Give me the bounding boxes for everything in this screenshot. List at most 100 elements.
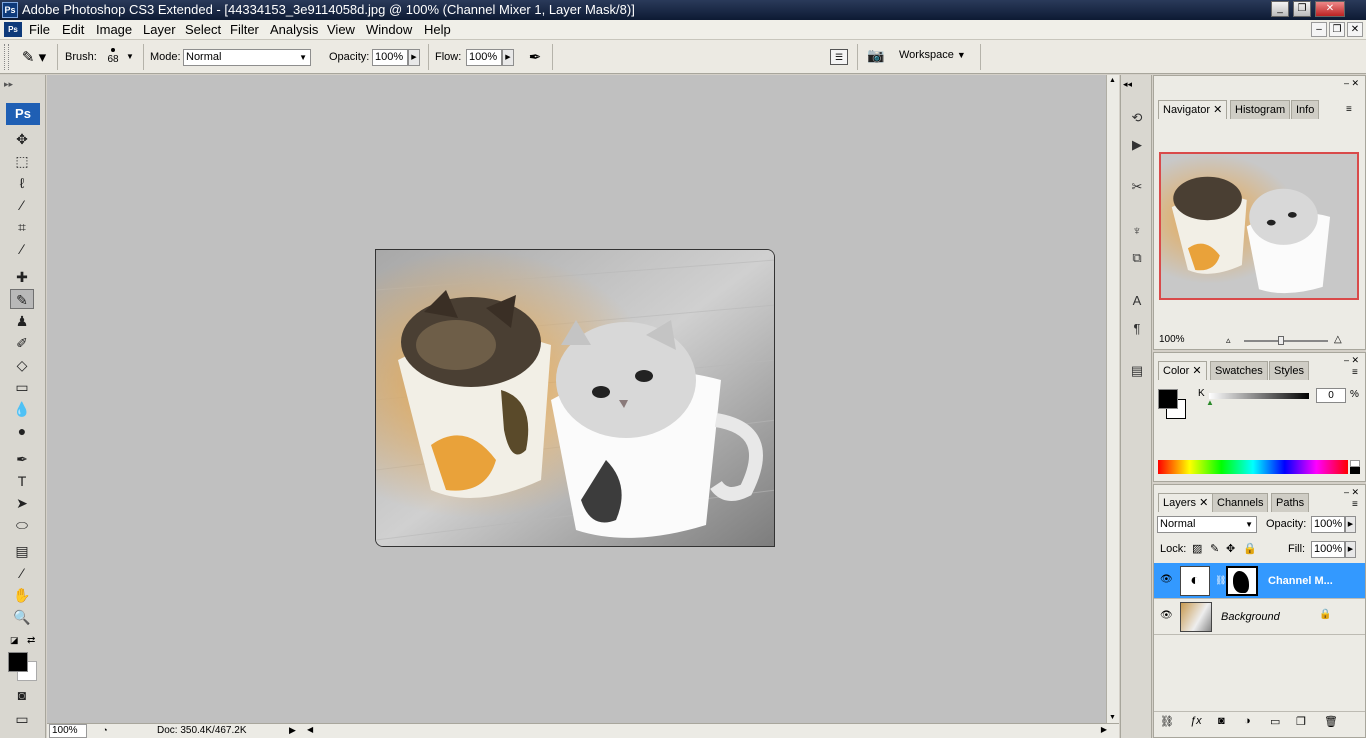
tab-navigator[interactable]: Navigator ✕: [1158, 100, 1228, 119]
menu-help[interactable]: Help: [424, 22, 451, 37]
menu-window[interactable]: Window: [366, 22, 412, 37]
brush-preset-picker-icon[interactable]: ✎ ▾: [18, 48, 50, 68]
crop-tool-icon[interactable]: ⌗: [10, 217, 34, 237]
k-slider-thumb-icon[interactable]: ▲: [1206, 398, 1214, 407]
layer-row-background[interactable]: 👁 Background 🔒: [1154, 599, 1365, 635]
actions-panel-icon[interactable]: ▶: [1126, 135, 1148, 155]
flow-input[interactable]: 100%: [466, 49, 502, 66]
scroll-up-icon[interactable]: ▲: [1109, 77, 1116, 84]
close-icon[interactable]: ✕: [1213, 104, 1222, 116]
clone-source-panel-icon[interactable]: ⧉: [1126, 248, 1148, 268]
mode-select[interactable]: Normal ▼: [183, 49, 311, 66]
panel-menu-icon[interactable]: ≡: [1352, 367, 1358, 378]
character-panel-icon[interactable]: A: [1126, 291, 1148, 311]
tab-histogram[interactable]: Histogram: [1230, 100, 1291, 119]
visibility-eye-icon[interactable]: 👁: [1160, 610, 1173, 621]
dock-expand-icon[interactable]: ◂◂: [1123, 79, 1132, 90]
layer-name[interactable]: Background: [1221, 611, 1280, 623]
marquee-tool-icon[interactable]: ⬚: [10, 151, 34, 171]
menu-filter[interactable]: Filter: [230, 22, 259, 37]
menu-analysis[interactable]: Analysis: [270, 22, 318, 37]
fill-input[interactable]: 100%: [1311, 541, 1345, 558]
options-grip[interactable]: [4, 44, 9, 70]
eyedropper-tool-icon[interactable]: ⁄: [10, 563, 34, 583]
magic-wand-tool-icon[interactable]: ⁄: [10, 195, 34, 215]
notes-tool-icon[interactable]: ▤: [10, 541, 34, 561]
hand-tool-icon[interactable]: ✋: [10, 585, 34, 605]
tab-styles[interactable]: Styles: [1269, 361, 1309, 380]
tab-info[interactable]: Info: [1291, 100, 1320, 119]
healing-brush-tool-icon[interactable]: ✚: [10, 267, 34, 287]
close-button[interactable]: ✕: [1315, 1, 1345, 17]
foreground-color-swatch[interactable]: [8, 652, 28, 672]
brush-size-picker[interactable]: 68: [103, 44, 123, 70]
zoom-field[interactable]: 100%: [49, 724, 87, 738]
history-panel-icon[interactable]: ⟲: [1126, 108, 1148, 128]
toolbox-collapse-icon[interactable]: ▸▸: [4, 79, 13, 90]
paragraph-panel-icon[interactable]: ¶: [1126, 319, 1148, 339]
default-colors-icon[interactable]: ◪: [10, 635, 19, 646]
panel-menu-icon[interactable]: ≡: [1352, 499, 1358, 510]
doc-minimize-button[interactable]: –: [1311, 22, 1327, 37]
adjustment-layer-thumbnail-icon[interactable]: ◐: [1180, 566, 1210, 596]
panel-minimize-icon[interactable]: – ✕: [1344, 487, 1359, 498]
add-mask-icon[interactable]: ◙: [1218, 715, 1225, 727]
minimize-button[interactable]: _: [1271, 1, 1289, 17]
workspace-button[interactable]: Workspace ▼: [899, 49, 975, 65]
brush-tool-icon[interactable]: ✎: [10, 289, 34, 309]
screen-mode-icon[interactable]: ▭: [10, 709, 34, 729]
menu-edit[interactable]: Edit: [62, 22, 84, 37]
brushes-panel-icon[interactable]: ♆: [1126, 221, 1148, 241]
eraser-tool-icon[interactable]: ◇: [10, 355, 34, 375]
navigator-zoom-field[interactable]: 100%: [1159, 334, 1185, 345]
layer-name[interactable]: Channel M...: [1268, 575, 1333, 587]
panel-minimize-icon[interactable]: – ✕: [1344, 355, 1359, 366]
history-brush-tool-icon[interactable]: ✐: [10, 333, 34, 353]
tab-paths[interactable]: Paths: [1271, 493, 1310, 512]
document-icon[interactable]: Ps: [4, 22, 22, 37]
scroll-right-icon[interactable]: ▶: [1101, 725, 1107, 734]
zoom-tool-icon[interactable]: 🔍: [10, 607, 34, 627]
menu-layer[interactable]: Layer: [143, 22, 176, 37]
zoom-out-icon[interactable]: ▵: [1226, 335, 1231, 346]
tab-color[interactable]: Color ✕: [1158, 361, 1207, 380]
document-image[interactable]: [375, 249, 775, 547]
doc-restore-button[interactable]: ❐: [1329, 22, 1345, 37]
scroll-down-icon[interactable]: ▼: [1109, 714, 1116, 721]
menu-select[interactable]: Select: [185, 22, 221, 37]
menu-image[interactable]: Image: [96, 22, 132, 37]
lock-all-icon[interactable]: 🔒: [1243, 542, 1257, 555]
mask-link-icon[interactable]: ⛓: [1215, 575, 1226, 586]
zoom-in-icon[interactable]: △: [1334, 334, 1342, 345]
color-spectrum-bar[interactable]: [1158, 460, 1348, 474]
lock-transparent-icon[interactable]: ▨: [1192, 542, 1202, 555]
lock-position-icon[interactable]: ✥: [1226, 542, 1235, 555]
status-info-icon[interactable]: ◔: [98, 725, 112, 737]
brush-dropdown-icon[interactable]: ▼: [126, 52, 134, 61]
opacity-slider-button[interactable]: ▶: [408, 49, 420, 66]
tab-channels[interactable]: Channels: [1212, 493, 1269, 512]
move-tool-icon[interactable]: ✥: [10, 129, 34, 149]
layer-opacity-input[interactable]: 100%: [1311, 516, 1345, 533]
close-icon[interactable]: ✕: [1192, 365, 1201, 377]
slice-tool-icon[interactable]: ∕: [10, 239, 34, 259]
layer-style-fx-icon[interactable]: ƒx: [1190, 715, 1202, 727]
opacity-input[interactable]: 100%: [372, 49, 408, 66]
layer-row-channel-mixer[interactable]: 👁 ◐ ⛓ Channel M...: [1154, 563, 1365, 599]
bridge-icon[interactable]: 📷: [864, 47, 888, 67]
path-selection-tool-icon[interactable]: ➤: [10, 493, 34, 513]
layer-mask-thumbnail[interactable]: [1226, 566, 1258, 596]
doc-close-button[interactable]: ✕: [1347, 22, 1363, 37]
k-slider-track[interactable]: [1209, 393, 1309, 399]
dodge-tool-icon[interactable]: ●: [10, 421, 34, 441]
new-layer-icon[interactable]: ❐: [1296, 715, 1306, 728]
shape-tool-icon[interactable]: ⬭: [10, 515, 34, 535]
close-icon[interactable]: ✕: [1199, 497, 1208, 509]
layer-opacity-slider-button[interactable]: ▶: [1345, 516, 1356, 533]
menu-view[interactable]: View: [327, 22, 355, 37]
visibility-eye-icon[interactable]: 👁: [1160, 574, 1173, 585]
spectrum-black-swatch[interactable]: [1350, 467, 1360, 474]
blur-tool-icon[interactable]: 💧: [10, 399, 34, 419]
lasso-tool-icon[interactable]: ℓ: [10, 173, 34, 193]
tool-presets-panel-icon[interactable]: ✂: [1126, 177, 1148, 197]
